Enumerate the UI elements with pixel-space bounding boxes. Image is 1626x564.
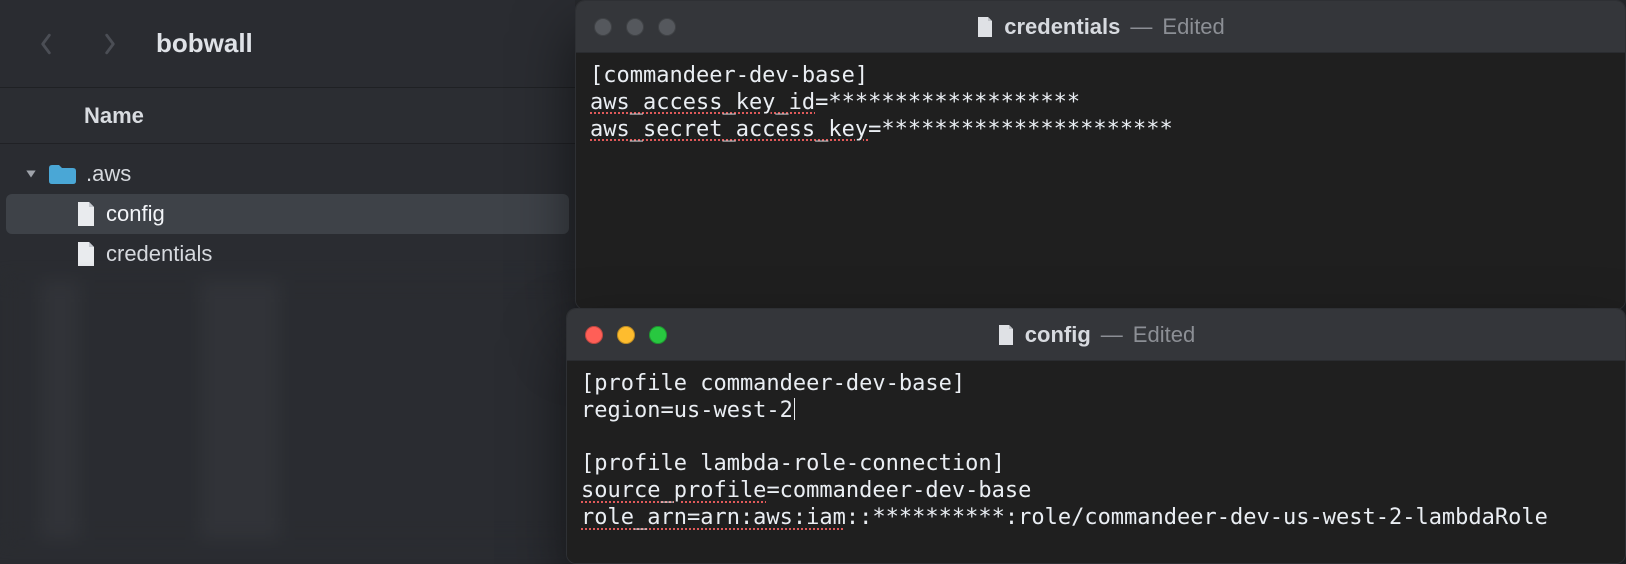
file-icon [76,201,96,227]
titlebar-credentials[interactable]: credentials — Edited [576,1,1625,53]
finder-blurred-rows [0,280,575,540]
code-line: [profile lambda-role-connection] [581,451,1005,476]
title-filename: credentials [1004,14,1120,40]
folder-row-aws[interactable]: .aws [6,154,569,194]
document-icon [976,16,994,38]
title-filename: config [1025,322,1091,348]
titlebar-title: config — Edited [567,322,1625,348]
title-status: Edited [1133,322,1195,348]
file-row-credentials[interactable]: credentials [6,234,569,274]
editor-window-credentials: credentials — Edited [commandeer-dev-bas… [575,0,1626,310]
title-sep: — [1101,322,1123,348]
code-token: =********************** [868,117,1173,142]
titlebar-title: credentials — Edited [576,14,1625,40]
file-icon [76,241,96,267]
titlebar-config[interactable]: config — Edited [567,309,1625,361]
traffic-lights [585,326,667,344]
file-label: config [106,201,165,227]
close-button[interactable] [594,18,612,36]
code-token: =commandeer-dev-base [766,478,1031,503]
code-token: =******************* [815,90,1080,115]
column-name-header: Name [84,103,144,129]
code-token: source_profile [581,478,766,503]
folder-icon [48,164,76,184]
title-sep: — [1130,14,1152,40]
finder-file-list: .aws config credentials [0,144,575,540]
close-button[interactable] [585,326,603,344]
document-icon [997,324,1015,346]
code-token: ::**********:role/commandeer-dev-us-west… [846,505,1548,530]
finder-toolbar: bobwall [0,0,575,88]
title-status: Edited [1162,14,1224,40]
minimize-button[interactable] [617,326,635,344]
finder-window: bobwall Name .aws config credentials [0,0,575,564]
minimize-button[interactable] [626,18,644,36]
traffic-lights [594,18,676,36]
code-line: [profile commandeer-dev-base] [581,371,965,396]
file-row-config[interactable]: config [6,194,569,234]
finder-title: bobwall [156,28,253,59]
editor-body-config[interactable]: [profile commandeer-dev-base] region=us-… [567,361,1625,563]
code-token: aws_secret_access_key [590,117,868,142]
finder-column-header[interactable]: Name [0,88,575,144]
code-token: aws_access_key_id [590,90,815,115]
folder-label: .aws [86,161,131,187]
editor-window-config: config — Edited [profile commandeer-dev-… [566,308,1626,564]
zoom-button[interactable] [649,326,667,344]
code-line: region=us-west-2 [581,398,793,423]
nav-forward-button[interactable] [100,34,120,54]
zoom-button[interactable] [658,18,676,36]
text-caret [794,398,795,420]
file-label: credentials [106,241,212,267]
code-line: [commandeer-dev-base] [590,63,868,88]
code-token: role_arn=arn:aws:iam [581,505,846,530]
disclosure-triangle-icon[interactable] [24,167,38,181]
editor-body-credentials[interactable]: [commandeer-dev-base] aws_access_key_id=… [576,53,1625,309]
nav-back-button[interactable] [36,34,56,54]
